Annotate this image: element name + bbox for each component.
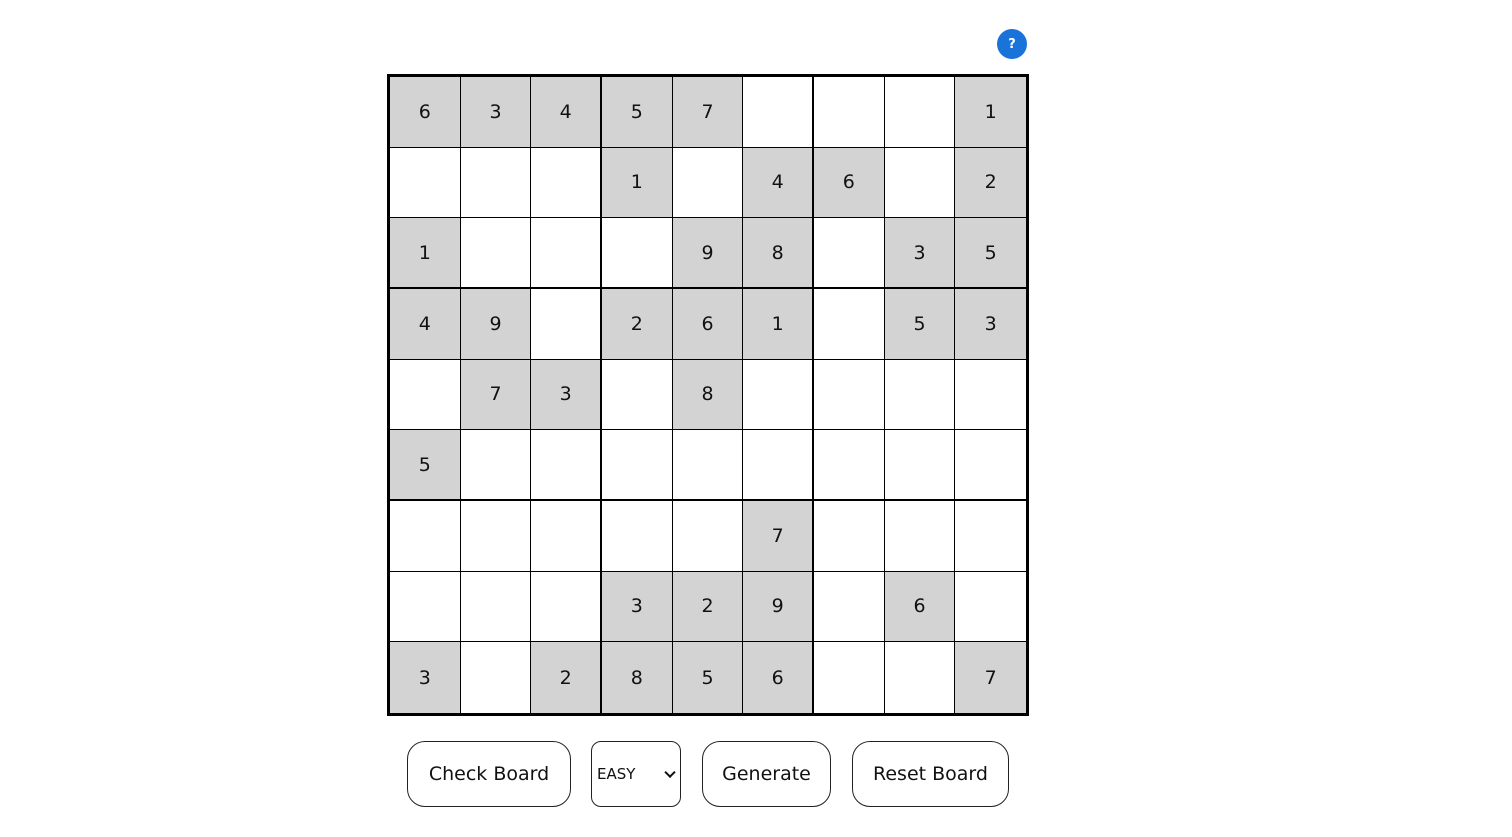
sudoku-cell-r8c5[interactable]: 2: [672, 571, 744, 643]
sudoku-cell-r8c7[interactable]: [813, 571, 885, 643]
help-icon: ?: [1008, 36, 1016, 52]
sudoku-cell-r9c3[interactable]: 2: [531, 642, 602, 713]
sudoku-cell-r7c1[interactable]: [390, 500, 461, 572]
reset-board-label: Reset Board: [873, 763, 988, 785]
sudoku-cell-r9c8[interactable]: [884, 642, 956, 713]
sudoku-cell-r7c5[interactable]: [672, 500, 744, 572]
sudoku-cell-r4c2[interactable]: 9: [460, 288, 532, 360]
sudoku-cell-r8c3[interactable]: [531, 571, 602, 643]
sudoku-cell-r3c1[interactable]: 1: [390, 218, 461, 289]
reset-board-button[interactable]: Reset Board: [852, 741, 1009, 807]
sudoku-cell-r4c3[interactable]: [531, 288, 602, 360]
sudoku-cell-r5c1[interactable]: [390, 359, 461, 431]
sudoku-cell-r6c3[interactable]: [531, 430, 602, 501]
sudoku-cell-r1c9[interactable]: 1: [955, 77, 1026, 148]
sudoku-cell-r1c3[interactable]: 4: [531, 77, 602, 148]
sudoku-cell-r9c9[interactable]: 7: [955, 642, 1026, 713]
sudoku-cell-r2c2[interactable]: [460, 147, 532, 219]
sudoku-cell-r7c8[interactable]: [884, 500, 956, 572]
sudoku-cell-r6c4[interactable]: [601, 430, 673, 501]
sudoku-cell-r8c2[interactable]: [460, 571, 532, 643]
sudoku-cell-r7c2[interactable]: [460, 500, 532, 572]
sudoku-cell-r2c6[interactable]: 4: [743, 147, 814, 219]
sudoku-cell-r3c6[interactable]: 8: [743, 218, 814, 289]
sudoku-cell-r3c7[interactable]: [813, 218, 885, 289]
sudoku-cell-r3c2[interactable]: [460, 218, 532, 289]
check-board-label: Check Board: [428, 763, 550, 785]
sudoku-cell-r1c5[interactable]: 7: [672, 77, 744, 148]
sudoku-cell-r1c8[interactable]: [884, 77, 956, 148]
sudoku-cell-r6c2[interactable]: [460, 430, 532, 501]
sudoku-cell-r8c9[interactable]: [955, 571, 1026, 643]
sudoku-cell-r5c2[interactable]: 7: [460, 359, 532, 431]
sudoku-cell-r4c5[interactable]: 6: [672, 288, 744, 360]
sudoku-cell-r3c5[interactable]: 9: [672, 218, 744, 289]
sudoku-cell-r9c2[interactable]: [460, 642, 532, 713]
sudoku-cell-r4c7[interactable]: [813, 288, 885, 360]
sudoku-cell-r6c5[interactable]: [672, 430, 744, 501]
sudoku-cell-r1c2[interactable]: 3: [460, 77, 532, 148]
sudoku-cell-r8c6[interactable]: 9: [743, 571, 814, 643]
difficulty-select[interactable]: EASY: [591, 741, 681, 807]
sudoku-cell-r5c8[interactable]: [884, 359, 956, 431]
sudoku-cell-r2c8[interactable]: [884, 147, 956, 219]
sudoku-cell-r2c9[interactable]: 2: [955, 147, 1026, 219]
sudoku-cell-r6c8[interactable]: [884, 430, 956, 501]
sudoku-cell-r9c7[interactable]: [813, 642, 885, 713]
sudoku-cell-r3c8[interactable]: 3: [884, 218, 956, 289]
generate-button[interactable]: Generate: [702, 741, 831, 807]
generate-label: Generate: [722, 763, 811, 785]
sudoku-cell-r1c7[interactable]: [813, 77, 885, 148]
sudoku-cell-r8c4[interactable]: 3: [601, 571, 673, 643]
sudoku-cell-r5c7[interactable]: [813, 359, 885, 431]
sudoku-cell-r7c9[interactable]: [955, 500, 1026, 572]
sudoku-cell-r2c1[interactable]: [390, 147, 461, 219]
sudoku-cell-r6c1[interactable]: 5: [390, 430, 461, 501]
sudoku-cell-r9c5[interactable]: 5: [672, 642, 744, 713]
sudoku-cell-r3c4[interactable]: [601, 218, 673, 289]
difficulty-value: EASY: [597, 765, 636, 783]
help-button[interactable]: ?: [997, 29, 1027, 59]
sudoku-cell-r8c1[interactable]: [390, 571, 461, 643]
sudoku-cell-r4c6[interactable]: 1: [743, 288, 814, 360]
sudoku-cell-r7c4[interactable]: [601, 500, 673, 572]
sudoku-cell-r3c9[interactable]: 5: [955, 218, 1026, 289]
sudoku-cell-r6c6[interactable]: [743, 430, 814, 501]
sudoku-cell-r7c7[interactable]: [813, 500, 885, 572]
sudoku-cell-r5c9[interactable]: [955, 359, 1026, 431]
sudoku-cell-r2c5[interactable]: [672, 147, 744, 219]
sudoku-cell-r7c3[interactable]: [531, 500, 602, 572]
sudoku-cell-r8c8[interactable]: 6: [884, 571, 956, 643]
sudoku-cell-r4c9[interactable]: 3: [955, 288, 1026, 360]
sudoku-cell-r2c4[interactable]: 1: [601, 147, 673, 219]
sudoku-cell-r1c6[interactable]: [743, 77, 814, 148]
sudoku-cell-r6c9[interactable]: [955, 430, 1026, 501]
sudoku-cell-r6c7[interactable]: [813, 430, 885, 501]
check-board-button[interactable]: Check Board: [407, 741, 571, 807]
sudoku-cell-r5c6[interactable]: [743, 359, 814, 431]
sudoku-cell-r4c8[interactable]: 5: [884, 288, 956, 360]
sudoku-cell-r7c6[interactable]: 7: [743, 500, 814, 572]
sudoku-cell-r5c4[interactable]: [601, 359, 673, 431]
sudoku-cell-r1c4[interactable]: 5: [601, 77, 673, 148]
sudoku-cell-r5c5[interactable]: 8: [672, 359, 744, 431]
sudoku-cell-r4c4[interactable]: 2: [601, 288, 673, 360]
sudoku-cell-r5c3[interactable]: 3: [531, 359, 602, 431]
sudoku-cell-r1c1[interactable]: 6: [390, 77, 461, 148]
sudoku-cell-r2c7[interactable]: 6: [813, 147, 885, 219]
sudoku-cell-r4c1[interactable]: 4: [390, 288, 461, 360]
sudoku-cell-r9c4[interactable]: 8: [601, 642, 673, 713]
chevron-down-icon: [664, 766, 676, 779]
sudoku-cell-r2c3[interactable]: [531, 147, 602, 219]
sudoku-cell-r3c3[interactable]: [531, 218, 602, 289]
sudoku-board: 6345711462198354926153738573296328567: [387, 74, 1029, 716]
sudoku-cell-r9c1[interactable]: 3: [390, 642, 461, 713]
sudoku-cell-r9c6[interactable]: 6: [743, 642, 814, 713]
